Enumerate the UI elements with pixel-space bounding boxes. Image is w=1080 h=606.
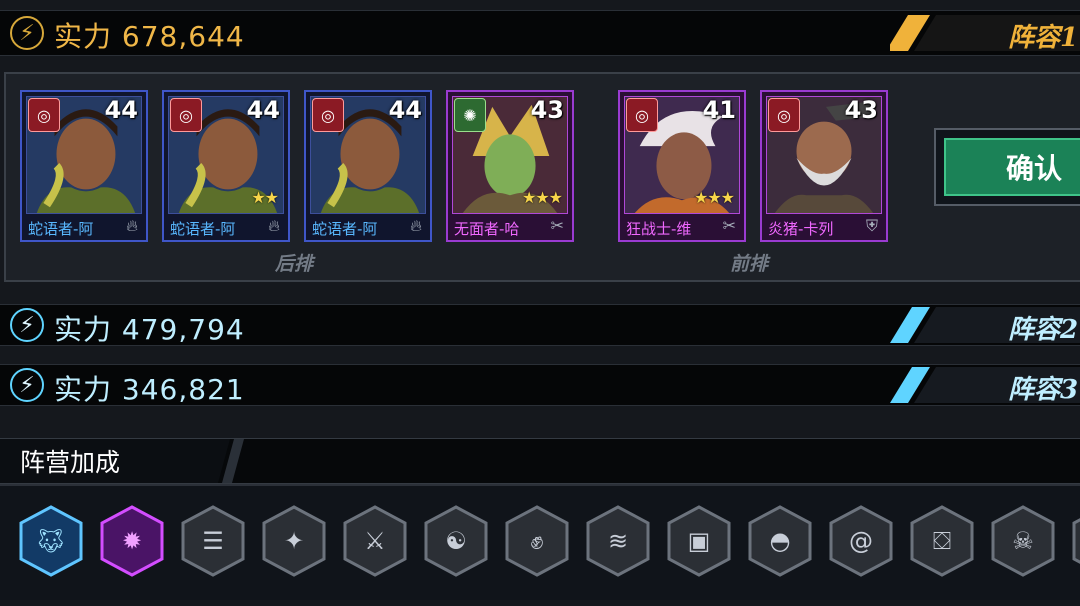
hero-card-1[interactable]: ◎ 44 蛇语者-阿 🔥︎ bbox=[20, 90, 148, 242]
faction-badge-icon: ◎ bbox=[312, 98, 344, 132]
faction-bonus-title: 阵营加成 bbox=[20, 448, 121, 477]
hero-stars: ★★ bbox=[251, 188, 279, 207]
power-icon: ⚡ bbox=[10, 308, 44, 342]
tab-lineup-2-label: 阵容2 bbox=[1008, 315, 1079, 345]
flame-icon: 🔥︎ bbox=[126, 216, 138, 235]
partial-faction-icon[interactable] bbox=[1072, 505, 1080, 577]
hero-name: 炎猪-卡列 bbox=[768, 220, 834, 238]
cat-faction-icon[interactable]: ☯ bbox=[424, 505, 488, 577]
tab-lineup-3-label: 阵容3 bbox=[1008, 375, 1079, 405]
faction-badge-icon: ◎ bbox=[28, 98, 60, 132]
claw-icon: ✂ bbox=[550, 216, 564, 235]
faction-badge-icon: ◎ bbox=[768, 98, 800, 132]
tab-lineup-2[interactable]: 阵容2 bbox=[890, 305, 1080, 345]
hero-level: 43 bbox=[530, 96, 564, 124]
shield-icon: ⛨ bbox=[865, 216, 878, 235]
ladder-faction-icon[interactable]: ☰ bbox=[181, 505, 245, 577]
lineup-3-power: 实力 346,821 bbox=[54, 373, 245, 406]
tab-lineup-1-label: 阵容1 bbox=[1008, 23, 1079, 53]
flame-icon: 🔥︎ bbox=[410, 216, 422, 235]
lineup-2-power: 实力 479,794 bbox=[54, 313, 245, 346]
hero-card-3[interactable]: ◎ 44 蛇语者-阿 🔥︎ bbox=[304, 90, 432, 242]
hero-stars: ★★★ bbox=[521, 188, 563, 207]
hero-card-4[interactable]: ✺ 43 ★★★ 无面者-哈 ✂ bbox=[446, 90, 574, 242]
tab-lineup-3[interactable]: 阵容3 bbox=[890, 365, 1080, 405]
chest-faction-icon[interactable]: ⛋ bbox=[910, 505, 974, 577]
hero-name: 蛇语者-阿 bbox=[170, 220, 236, 238]
hero-name: 无面者-哈 bbox=[454, 220, 520, 238]
wolf-faction-icon[interactable]: 🐺︎ bbox=[19, 505, 83, 577]
faction-badge-icon: ◎ bbox=[626, 98, 658, 132]
hero-level: 43 bbox=[844, 96, 878, 124]
claw-icon: ✂ bbox=[722, 216, 736, 235]
faction-badge-icon: ✺ bbox=[454, 98, 486, 132]
lineup-1-power: 实力 678,644 bbox=[54, 20, 245, 53]
confirm-button-label: 确认 bbox=[944, 138, 1080, 196]
skull-faction-icon[interactable]: ☠ bbox=[991, 505, 1055, 577]
hero-card-6[interactable]: ◎ 43 炎猪-卡列 ⛨ bbox=[760, 90, 888, 242]
tab-lineup-1[interactable]: 阵容1 bbox=[890, 13, 1080, 53]
mask-faction-icon[interactable]: ◓ bbox=[748, 505, 812, 577]
flame-icon: 🔥︎ bbox=[268, 216, 280, 235]
hero-level: 44 bbox=[104, 96, 138, 124]
confirm-button[interactable]: 确认 bbox=[934, 128, 1080, 206]
faction-bonus-header: 阵营加成 bbox=[0, 438, 1080, 484]
hero-name: 蛇语者-阿 bbox=[312, 220, 378, 238]
hero-card-2[interactable]: ◎ 44 ★★ 蛇语者-阿 🔥︎ bbox=[162, 90, 290, 242]
power-icon: ⚡ bbox=[10, 368, 44, 402]
dragon-faction-icon[interactable]: ✦ bbox=[262, 505, 326, 577]
faction-badge-icon: ◎ bbox=[170, 98, 202, 132]
front-row-label: 前排 bbox=[730, 253, 769, 275]
lineup-1-bar[interactable]: ⚡ 实力 678,644 阵容1 bbox=[0, 10, 1080, 56]
spiral-faction-icon[interactable]: @ bbox=[829, 505, 893, 577]
hero-name: 蛇语者-阿 bbox=[28, 220, 94, 238]
armor-faction-icon[interactable]: ▣ bbox=[667, 505, 731, 577]
fist-faction-icon[interactable]: ✊︎ bbox=[505, 505, 569, 577]
hero-name: 狂战士-维 bbox=[626, 220, 692, 238]
back-row-label: 后排 bbox=[275, 253, 314, 275]
lineup-2-bar[interactable]: ⚡ 实力 479,794 阵容2 bbox=[0, 304, 1080, 346]
hero-level: 41 bbox=[702, 96, 736, 124]
hero-stars: ★★★ bbox=[693, 188, 735, 207]
hero-card-5[interactable]: ◎ 41 ★★★ 狂战士-维 ✂ bbox=[618, 90, 746, 242]
water-faction-icon[interactable]: ≋ bbox=[586, 505, 650, 577]
hero-level: 44 bbox=[388, 96, 422, 124]
beast-faction-icon[interactable]: ✹ bbox=[100, 505, 164, 577]
lineup-3-bar[interactable]: ⚡ 实力 346,821 阵容3 bbox=[0, 364, 1080, 406]
power-icon: ⚡ bbox=[10, 16, 44, 50]
blade-faction-icon[interactable]: ⚔ bbox=[343, 505, 407, 577]
hero-level: 44 bbox=[246, 96, 280, 124]
